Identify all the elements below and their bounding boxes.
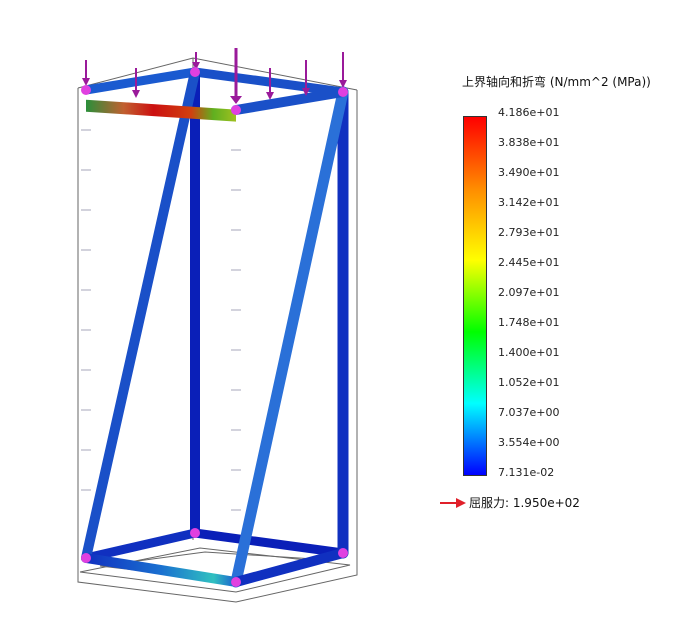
legend-tick: 2.793e+01 xyxy=(498,226,560,239)
legend-colorbar xyxy=(463,116,487,476)
front-members xyxy=(80,84,349,588)
node-marker xyxy=(231,105,241,115)
node-marker xyxy=(338,87,348,97)
legend-tick: 2.445e+01 xyxy=(498,256,560,269)
legend-tick: 7.037e+00 xyxy=(498,406,560,419)
load-arrow-icon xyxy=(82,60,90,86)
legend-tick: 7.131e-02 xyxy=(498,466,555,479)
legend-tick: 3.490e+01 xyxy=(498,166,560,179)
node-marker xyxy=(338,548,348,558)
node-marker xyxy=(81,553,91,563)
node-marker xyxy=(81,85,91,95)
model-viewport[interactable] xyxy=(0,0,698,617)
outline-wireframe xyxy=(77,57,358,603)
legend-tick: 2.097e+01 xyxy=(498,286,560,299)
node-marker xyxy=(231,577,241,587)
back-members xyxy=(81,67,348,563)
legend-tick: 3.142e+01 xyxy=(498,196,560,209)
arrow-right-icon xyxy=(440,497,466,508)
legend-tick: 3.838e+01 xyxy=(498,136,560,149)
legend-tick: 1.748e+01 xyxy=(498,316,560,329)
legend-tick: 1.400e+01 xyxy=(498,346,560,359)
load-arrow-icon xyxy=(339,52,347,88)
node-marker xyxy=(190,528,200,538)
yield-strength: 屈服力: 1.950e+02 xyxy=(440,494,580,511)
yield-strength-label: 屈服力: 1.950e+02 xyxy=(469,496,580,510)
nodes xyxy=(81,67,348,587)
legend-tick: 4.186e+01 xyxy=(498,106,560,119)
legend-tick: 1.052e+01 xyxy=(498,376,560,389)
legend-title: 上界轴向和折弯 (N/mm^2 (MPa)) xyxy=(462,75,651,89)
node-marker xyxy=(190,67,200,77)
legend-tick: 3.554e+00 xyxy=(498,436,560,449)
